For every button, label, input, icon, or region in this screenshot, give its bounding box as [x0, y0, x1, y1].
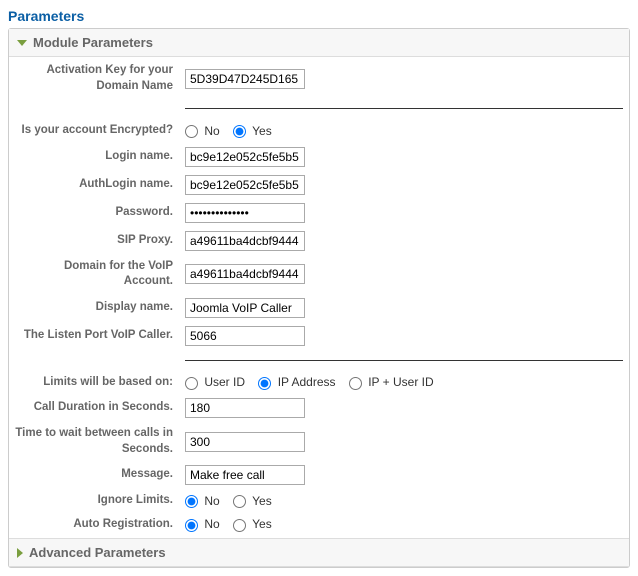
- message-input[interactable]: [185, 465, 305, 485]
- encrypted-yes-label[interactable]: Yes: [233, 124, 272, 138]
- listen-port-label: The Listen Port VoIP Caller.: [9, 322, 179, 350]
- voip-domain-label: Domain for the VoIP Account.: [9, 255, 179, 294]
- sip-proxy-input[interactable]: [185, 231, 305, 251]
- ignore-limits-yes-label[interactable]: Yes: [233, 494, 272, 508]
- limits-user-label[interactable]: User ID: [185, 375, 245, 389]
- panel-title: Parameters: [8, 8, 630, 24]
- auto-reg-label: Auto Registration.: [9, 513, 179, 537]
- auto-reg-no-radio[interactable]: [185, 519, 198, 532]
- limits-ip-label[interactable]: IP Address: [258, 375, 335, 389]
- separator: [185, 108, 623, 109]
- limits-user-radio[interactable]: [185, 377, 198, 390]
- limits-ipuser-label[interactable]: IP + User ID: [349, 375, 434, 389]
- call-duration-input[interactable]: [185, 398, 305, 418]
- sip-proxy-label: SIP Proxy.: [9, 227, 179, 255]
- display-name-label: Display name.: [9, 294, 179, 322]
- advanced-parameters-header[interactable]: Advanced Parameters: [9, 538, 629, 567]
- encrypted-no-label[interactable]: No: [185, 124, 220, 138]
- wait-time-input[interactable]: [185, 432, 305, 452]
- auto-reg-yes-label[interactable]: Yes: [233, 517, 272, 531]
- activation-key-input[interactable]: [185, 69, 305, 89]
- login-name-input[interactable]: [185, 147, 305, 167]
- wait-time-label: Time to wait between calls in Seconds.: [9, 422, 179, 461]
- parameters-panel: Module Parameters Activation Key for you…: [8, 28, 630, 568]
- auto-reg-no-label[interactable]: No: [185, 517, 220, 531]
- limits-based-label: Limits will be based on:: [9, 371, 179, 395]
- limits-ip-radio[interactable]: [258, 377, 271, 390]
- password-input[interactable]: [185, 203, 305, 223]
- separator: [185, 360, 623, 361]
- authlogin-name-label: AuthLogin name.: [9, 171, 179, 199]
- ignore-limits-label: Ignore Limits.: [9, 489, 179, 513]
- encrypted-no-radio[interactable]: [185, 125, 198, 138]
- call-duration-label: Call Duration in Seconds.: [9, 394, 179, 422]
- module-parameters-body: Activation Key for your Domain Name Is y…: [9, 57, 629, 538]
- module-parameters-title: Module Parameters: [33, 35, 153, 50]
- module-parameters-header[interactable]: Module Parameters: [9, 29, 629, 57]
- ignore-limits-no-radio[interactable]: [185, 495, 198, 508]
- chevron-down-icon: [17, 40, 27, 46]
- message-label: Message.: [9, 461, 179, 489]
- advanced-parameters-title: Advanced Parameters: [29, 545, 166, 560]
- ignore-limits-yes-radio[interactable]: [233, 495, 246, 508]
- encrypted-label: Is your account Encrypted?: [9, 119, 179, 143]
- ignore-limits-no-label[interactable]: No: [185, 494, 220, 508]
- voip-domain-input[interactable]: [185, 264, 305, 284]
- login-name-label: Login name.: [9, 143, 179, 171]
- listen-port-input[interactable]: [185, 326, 305, 346]
- display-name-input[interactable]: [185, 298, 305, 318]
- password-label: Password.: [9, 199, 179, 227]
- chevron-right-icon: [17, 548, 23, 558]
- encrypted-yes-radio[interactable]: [233, 125, 246, 138]
- activation-key-label: Activation Key for your Domain Name: [9, 59, 179, 98]
- auto-reg-yes-radio[interactable]: [233, 519, 246, 532]
- authlogin-name-input[interactable]: [185, 175, 305, 195]
- limits-ipuser-radio[interactable]: [349, 377, 362, 390]
